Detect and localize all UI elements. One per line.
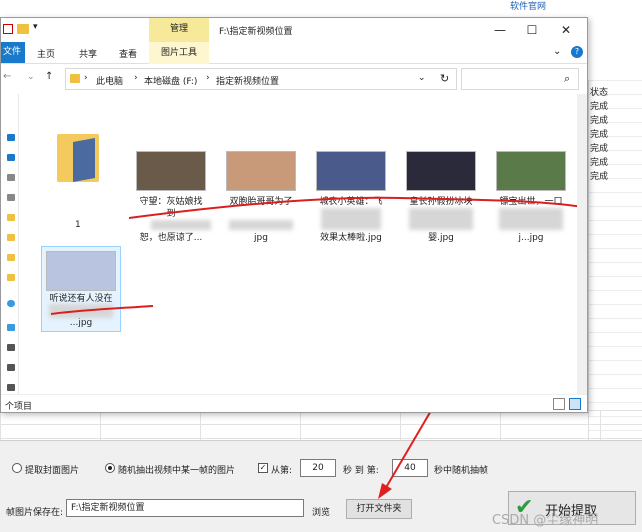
search-icon: ⌕ xyxy=(564,72,571,85)
folder-icon xyxy=(70,74,80,83)
tab-manage[interactable]: 管理 xyxy=(149,18,209,42)
ribbon-expand-icon[interactable]: ⌄ xyxy=(553,46,561,57)
details-view-icon[interactable] xyxy=(553,398,565,410)
item-count: 个项目 xyxy=(5,402,33,412)
tab-file[interactable]: 文件 xyxy=(1,42,25,63)
task-table-grid xyxy=(0,410,642,440)
file-list: 1 守望：灰姑娘找 到 恕，也原谅了... 双胞胎哥哥为了 jpg 城农小英雄：… xyxy=(21,94,581,394)
folder-icon[interactable] xyxy=(7,214,15,221)
random-frame-suffix: 秒中随机抽帧 xyxy=(434,466,489,476)
browse-button[interactable]: 浏览 xyxy=(312,505,330,518)
from-checkbox[interactable]: ✓ xyxy=(258,463,268,473)
picture-icon[interactable] xyxy=(7,194,15,201)
folder-icon xyxy=(17,24,29,34)
status-cell: 完成 xyxy=(590,158,609,168)
breadcrumb-sep-icon: › xyxy=(134,73,138,83)
drive-icon[interactable] xyxy=(7,364,15,371)
tab-picture-tools[interactable]: 图片工具 xyxy=(149,42,209,64)
breadcrumb-sep-icon: › xyxy=(206,73,210,83)
status-cell: 完成 xyxy=(590,130,609,140)
drive-icon[interactable] xyxy=(7,344,15,351)
refresh-icon[interactable]: ↻ xyxy=(440,72,449,85)
extraction-options-panel: 提取封面图片 随机抽出视频中某一帧的图片 ✓ 从第: 20 秒 到 第: 40 … xyxy=(0,408,642,532)
breadcrumb-sep-icon: › xyxy=(84,73,88,83)
status-cell: 完成 xyxy=(590,116,609,126)
watermark-text: CSDN @尘缘神明 xyxy=(492,513,599,528)
address-row: ← ⌄ ↑ › 此电脑 › 本地磁盘 (F:) › 指定新视频位置 ⌄ ↻ ⌕ xyxy=(1,64,587,94)
large-icons-view-icon[interactable] xyxy=(569,398,581,410)
breadcrumb-folder[interactable]: 指定新视频位置 xyxy=(216,74,279,87)
save-path-input[interactable]: F:\指定新视频位置 xyxy=(66,499,304,517)
folder-icon[interactable] xyxy=(7,234,15,241)
save-path-label: 帧图片保存在: xyxy=(6,508,64,518)
tab-view[interactable]: 查看 xyxy=(119,47,137,60)
onedrive-icon[interactable] xyxy=(7,300,15,307)
vertical-scrollbar[interactable] xyxy=(577,94,587,394)
tab-share[interactable]: 共享 xyxy=(79,47,97,60)
explorer-title-bar: ▾ 管理 F:\指定新视频位置 — ☐ ✕ xyxy=(1,18,587,42)
chevron-down-icon[interactable]: ⌄ xyxy=(27,72,35,82)
random-frame-radio[interactable] xyxy=(105,463,115,473)
arrow-up-icon[interactable]: ↑ xyxy=(45,71,53,82)
tab-home[interactable]: 主页 xyxy=(37,47,55,60)
nav-item-icon[interactable] xyxy=(7,134,15,141)
from-label: 从第: xyxy=(271,466,293,476)
breadcrumb-this-pc[interactable]: 此电脑 xyxy=(96,74,123,87)
annotation-arrow xyxy=(378,408,433,499)
chevron-down-icon[interactable]: ⌄ xyxy=(418,73,426,83)
address-bar[interactable]: › 此电脑 › 本地磁盘 (F:) › 指定新视频位置 ⌄ ↻ xyxy=(65,68,457,90)
minimize-icon[interactable]: — xyxy=(485,21,515,39)
download-icon[interactable] xyxy=(7,154,15,161)
status-cell: 完成 xyxy=(590,102,609,112)
document-icon[interactable] xyxy=(7,174,15,181)
random-frame-label: 随机抽出视频中某一帧的图片 xyxy=(118,466,236,476)
extract-cover-radio[interactable] xyxy=(12,463,22,473)
maximize-icon[interactable]: ☐ xyxy=(517,21,547,39)
status-cell: 完成 xyxy=(590,172,609,182)
annotation-scribble xyxy=(50,196,581,315)
status-column-header: 状态 xyxy=(590,88,609,98)
folder-icon[interactable] xyxy=(7,254,15,261)
extract-cover-label: 提取封面图片 xyxy=(25,466,80,476)
breadcrumb-drive[interactable]: 本地磁盘 (F:) xyxy=(144,74,197,87)
this-pc-icon[interactable] xyxy=(7,324,15,331)
status-bar: 个项目 xyxy=(1,394,587,412)
window-title: F:\指定新视频位置 xyxy=(219,27,293,37)
file-explorer-window: ▾ 管理 F:\指定新视频位置 — ☐ ✕ 文件 主页 共享 查看 图片工具 ⌄… xyxy=(0,17,588,413)
drive-icon[interactable] xyxy=(7,384,15,391)
from-second-input[interactable]: 20 xyxy=(300,459,336,477)
quick-access-dropdown-icon[interactable]: ▾ xyxy=(33,22,38,32)
arrow-left-icon[interactable]: ← xyxy=(3,71,11,82)
navigation-pane[interactable] xyxy=(1,94,19,394)
software-website-link[interactable]: 软件官网 xyxy=(510,0,546,12)
close-icon[interactable]: ✕ xyxy=(551,21,581,39)
open-folder-button[interactable]: 打开文件夹 xyxy=(346,499,412,519)
status-cell: 完成 xyxy=(590,144,609,154)
search-input[interactable]: ⌕ xyxy=(461,68,579,90)
help-icon[interactable]: ? xyxy=(571,46,583,58)
folder-icon[interactable] xyxy=(7,274,15,281)
properties-icon[interactable] xyxy=(3,24,13,34)
